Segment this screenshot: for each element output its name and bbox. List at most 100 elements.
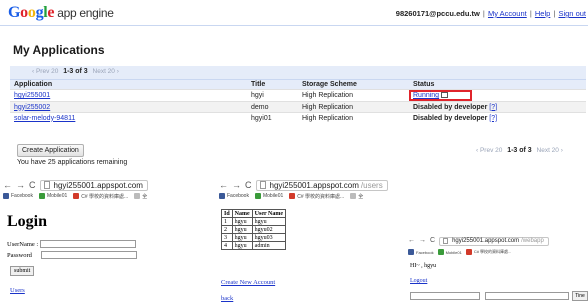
remaining-apps-text: You have 25 applications remaining (17, 159, 128, 166)
logout-link[interactable]: Logout (410, 278, 427, 284)
bookmark-csharp[interactable]: C# 學校的資料庫處... (289, 193, 344, 200)
webapp-submit-button[interactable]: Tine (572, 291, 588, 301)
page-icon (43, 181, 50, 189)
facebook-icon (3, 193, 9, 199)
page-icon (259, 181, 266, 189)
status-help-link[interactable]: [?] (489, 104, 497, 111)
greeting-text: HI~ , hgyu (410, 263, 437, 269)
address-bar[interactable]: hgyi255001.appspot.com/webapp (439, 236, 549, 246)
back-arrow-icon[interactable]: ← (3, 180, 12, 190)
url-host: hgyi255001.appspot.com (452, 238, 520, 244)
running-highlight: Running (409, 90, 473, 101)
address-bar[interactable]: hgyi255001.appspot.com (39, 179, 148, 191)
top-links: 98260171@pccu.edu.tw | My Account | Help… (395, 9, 586, 18)
webapp-input-1[interactable] (410, 292, 480, 300)
users-header-row: Id Name User Name (221, 209, 287, 218)
url-path: /webapp (521, 238, 544, 244)
bookmark-mobile01[interactable]: Mobile01 (254, 193, 283, 199)
reload-icon[interactable]: C (430, 236, 435, 246)
col-status: Status (409, 79, 586, 90)
status-text: Disabled by developer (413, 103, 488, 111)
bookmark-folder-icon (134, 193, 141, 199)
status-text: Disabled by developer (413, 114, 488, 122)
bookmark-csharp[interactable]: C# 學校的資料庫處... (73, 193, 128, 200)
table-row: hgyi255002 demo High Replication Disable… (10, 101, 586, 113)
sign-out-link[interactable]: Sign out (558, 9, 586, 18)
reload-icon[interactable]: C (29, 180, 36, 190)
login-heading: Login (7, 213, 48, 230)
app-link[interactable]: hgyi255001 (14, 92, 50, 99)
app-title: demo (247, 101, 298, 113)
forward-arrow-icon[interactable]: → (419, 236, 426, 246)
mobile01-icon (437, 249, 444, 255)
table-row: 4 hgyu admin (221, 241, 287, 250)
users-link[interactable]: Users (10, 287, 25, 294)
back-link[interactable]: back (221, 295, 233, 302)
url-host: hgyi255001.appspot.com (269, 180, 359, 190)
next-page-link[interactable]: Next 20 › (537, 147, 563, 154)
app-title: hgyi (247, 89, 298, 102)
table-row: 1 hgyu hgyu (221, 217, 287, 226)
bookmark-facebook[interactable]: Facebook (219, 193, 249, 199)
bookmarks-bar: Facebook Mobile01 C# 學校的資料庫處... (405, 247, 588, 257)
forward-arrow-icon[interactable]: → (232, 180, 241, 190)
password-input[interactable] (40, 251, 137, 259)
forward-arrow-icon[interactable]: → (16, 180, 25, 190)
page-icon (443, 238, 449, 244)
next-page-link[interactable]: Next 20 › (93, 68, 119, 75)
address-bar[interactable]: hgyi255001.appspot.com/users (255, 179, 388, 191)
col-username: User Name (251, 209, 287, 218)
password-row: Password (7, 251, 137, 259)
username-input[interactable] (40, 240, 137, 248)
bookmark-mobile01[interactable]: Mobile01 (437, 249, 462, 255)
create-application-button[interactable]: Create Application (17, 144, 84, 157)
bookmark-red-icon (289, 193, 296, 199)
facebook-icon (219, 193, 225, 199)
table-row: solar-melody-94811 hgyi01 High Replicati… (10, 112, 586, 124)
col-storage: Storage Scheme (298, 79, 409, 90)
prev-page-link[interactable]: ‹ Prev 20 (476, 147, 502, 154)
logo-suffix: app engine (57, 6, 114, 20)
mobile01-icon (254, 193, 261, 199)
table-row: hgyi255001 hgyi High Replication Running (10, 89, 586, 102)
col-id: Id (221, 209, 233, 218)
page-title: My Applications (13, 43, 105, 57)
my-account-link[interactable]: My Account (488, 9, 527, 18)
bookmark-extra[interactable]: 全 (350, 193, 363, 200)
bookmarks-bar: Facebook Mobile01 C# 學校的資料庫處... 全 (0, 191, 196, 201)
url-path: /users (360, 180, 383, 190)
url-host: hgyi255001.appspot.com (53, 180, 143, 190)
password-label: Password (7, 251, 32, 259)
status-running-link[interactable]: Running (413, 92, 439, 99)
webapp-input-2[interactable] (485, 292, 569, 300)
bookmark-facebook[interactable]: Facebook (3, 193, 33, 199)
app-storage: High Replication (298, 101, 409, 113)
bookmark-csharp[interactable]: C# 學校的資料庫處... (465, 249, 511, 255)
pager-range: 1-3 of 3 (507, 147, 532, 154)
create-account-link[interactable]: Create New Account (221, 279, 275, 286)
bookmark-extra[interactable]: 全 (134, 193, 147, 200)
facebook-icon (408, 249, 414, 255)
reload-icon[interactable]: C (245, 180, 252, 190)
applications-table: ‹ Prev 20 1-3 of 3 Next 20 › Application… (10, 66, 586, 124)
user-email: 98260171@pccu.edu.tw (395, 9, 480, 18)
app-link[interactable]: hgyi255002 (14, 104, 50, 111)
bookmark-facebook[interactable]: Facebook (408, 249, 434, 255)
prev-page-link[interactable]: ‹ Prev 20 (32, 68, 58, 75)
submit-button[interactable]: submit (10, 266, 35, 276)
mobile01-icon (38, 193, 45, 199)
username-label: UserName : (7, 240, 39, 248)
bookmark-red-icon (73, 193, 80, 199)
bookmark-red-icon (465, 249, 472, 255)
col-name: Name (231, 209, 253, 218)
users-table: Id Name User Name 1 hgyu hgyu 2 hgyu hgy… (221, 209, 287, 250)
help-link[interactable]: Help (535, 9, 550, 18)
pager-bottom: ‹ Prev 20 1-3 of 3 Next 20 › (476, 147, 563, 154)
status-help-link[interactable]: [?] (489, 115, 497, 122)
app-engine-logo[interactable]: Google app engine (8, 4, 114, 22)
external-link-icon (441, 92, 449, 99)
app-link[interactable]: solar-melody-94811 (14, 115, 75, 122)
back-arrow-icon[interactable]: ← (219, 180, 228, 190)
bookmark-mobile01[interactable]: Mobile01 (38, 193, 67, 199)
back-arrow-icon[interactable]: ← (408, 236, 415, 246)
